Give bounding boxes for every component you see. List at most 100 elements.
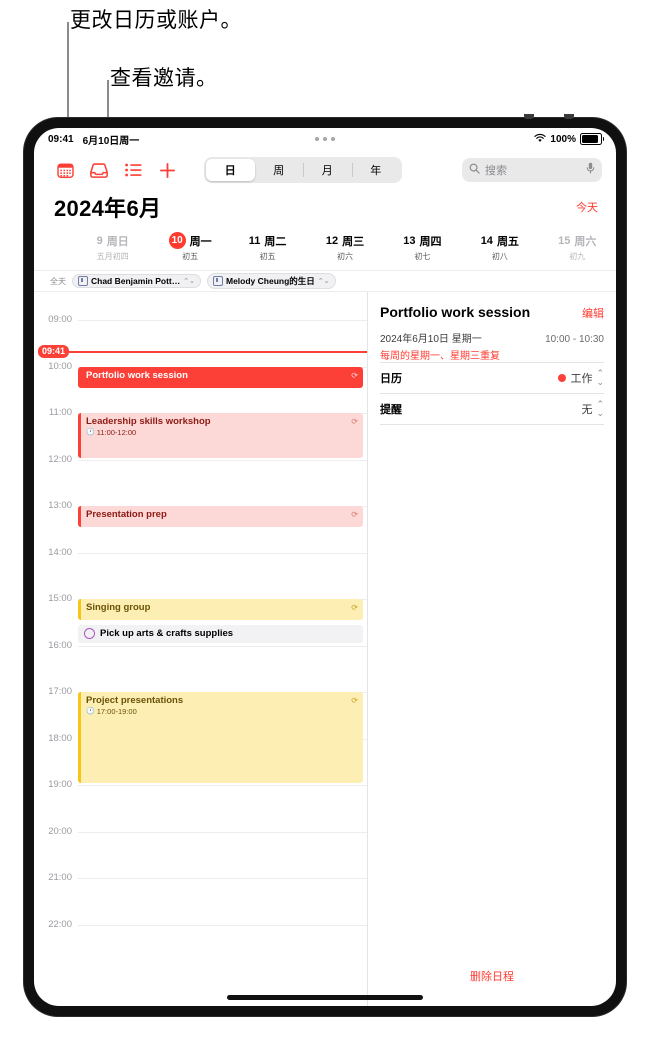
hour-label: 16:00 <box>48 639 72 651</box>
day-weekday: 周一 <box>189 235 212 248</box>
dot <box>323 137 327 141</box>
circle-icon[interactable] <box>84 628 95 640</box>
detail-when-row: 2024年6月10日 星期一 10:00 - 10:30 <box>380 330 604 345</box>
event-time-text: 17:00-19:00 <box>96 707 137 716</box>
day-number: 15 <box>558 234 571 247</box>
inbox-icon[interactable] <box>82 156 116 184</box>
chevron-updown-icon: ⌃⌄ <box>183 278 195 285</box>
day-number: 13 <box>403 234 416 247</box>
repeat-icon: ⟳ <box>351 696 358 705</box>
search-input[interactable]: 搜索 <box>462 158 602 182</box>
invitation-chip[interactable]: Melody Cheung的生日 ⌃⌄ <box>207 273 336 289</box>
hour-gridline <box>78 831 367 833</box>
hour-gridline <box>78 924 367 926</box>
hour-label: 19:00 <box>48 779 72 790</box>
battery-percent-label: 100% <box>550 133 576 145</box>
callout-text-change-calendar: 更改日历或账户。 <box>70 9 242 32</box>
day-weekday: 周四 <box>419 235 442 248</box>
clock-icon: 🕐 <box>86 708 95 715</box>
day-column[interactable]: 15 周六 初九 <box>539 224 616 270</box>
event-repeat-rule: 每周的星期一、星期三重复 <box>380 351 500 362</box>
all-day-label: 全天 <box>50 276 66 286</box>
plus-icon[interactable] <box>150 156 184 184</box>
day-column[interactable]: 11 周二初五 <box>229 224 306 270</box>
day-column[interactable]: 14 周五 初八 <box>461 224 538 270</box>
hour-gridline <box>78 645 367 647</box>
day-number: 12 <box>325 234 339 247</box>
day-column[interactable]: 10 周一 初五 <box>151 224 228 270</box>
day-column[interactable]: 12 周三 初六 <box>306 224 383 270</box>
tab-year[interactable]: 年 <box>351 159 401 181</box>
calendar-event[interactable]: Leadership skills workshop 🕐 11:00-12:00 ⟳ <box>78 413 363 458</box>
day-weekday: 周二 <box>264 235 287 248</box>
wifi-icon <box>534 133 547 146</box>
hour-label: 15:00 <box>48 593 72 604</box>
day-number: 11 <box>248 234 261 247</box>
calendar-event[interactable]: Project presentations 🕐 17:00-19:00 ⟳ <box>78 692 363 783</box>
multitasking-控件-dots[interactable] <box>315 137 335 141</box>
day-lunar-date: 初六 <box>336 251 353 261</box>
today-button[interactable]: 今天 <box>576 199 598 215</box>
ipad-device-frame: 09:41 6月10日周一 100% 日 周 月 年 搜索 2024年6月 今天… <box>24 114 626 1016</box>
tab-week[interactable]: 周 <box>255 159 304 181</box>
delete-event-button[interactable]: 删除日程 <box>368 968 616 984</box>
reminder-item[interactable]: Pick up arts & crafts supplies <box>78 624 363 644</box>
event-time-range: 10:00 - 10:30 <box>545 334 604 345</box>
day-header-top: 15 周六 <box>558 233 596 249</box>
repeat-icon: ⟳ <box>351 510 358 519</box>
day-header-top: 13 周四 <box>403 233 441 249</box>
event-date: 2024年6月10日 星期一 <box>380 334 482 345</box>
status-bar: 09:41 6月10日周一 100% <box>34 128 616 150</box>
edit-button[interactable]: 编辑 <box>582 305 604 321</box>
timeline-grid: 09:00 10:00 11:00 12:00 13:00 14:00 15:00 16:00… <box>34 292 367 1006</box>
day-timeline[interactable]: 09:00 10:00 11:00 12:00 13:00 14:00 15:00 16:00… <box>34 292 368 1006</box>
day-header-top: 10 周一 <box>168 232 212 249</box>
calendar-event[interactable]: Singing group ⟳ <box>78 599 363 621</box>
detail-row-value: 工作 ⌃ ⌄ <box>558 369 604 387</box>
alert-value: 无 <box>581 404 593 416</box>
current-time-line <box>69 350 367 353</box>
calendar-icon[interactable] <box>48 156 82 184</box>
hour-label: 14:00 <box>48 546 72 558</box>
event-title: Portfolio work session <box>380 304 531 320</box>
event-title: Project presentations <box>86 695 184 706</box>
day-weekday: 周六 <box>574 235 597 248</box>
hour-gridline <box>78 878 367 879</box>
list-icon[interactable] <box>116 156 150 184</box>
hour-label: 21:00 <box>48 872 72 883</box>
chevron-updown-icon[interactable]: ⌃ ⌄ <box>596 400 604 418</box>
day-header-top: 14 周五 <box>481 233 519 249</box>
detail-row-label: 提醒 <box>380 404 402 416</box>
status-bar-left: 09:41 6月10日周一 <box>48 132 139 147</box>
day-lunar-date: 初五 <box>259 251 276 261</box>
reminder-title: Pick up arts & crafts supplies <box>100 628 234 640</box>
chevron-updown-icon[interactable]: ⌃ ⌄ <box>596 369 604 387</box>
view-mode-segmented-control[interactable]: 日 周 月 年 <box>204 157 402 183</box>
all-day-row: 全天 Chad Benjamin Pott… ⌃⌄ Melody Cheung的… <box>34 270 616 292</box>
detail-rows-divider <box>380 424 604 425</box>
calendar-name: 工作 <box>570 373 593 385</box>
detail-row-value: 无 ⌃ ⌄ <box>581 400 604 418</box>
day-column[interactable]: 9 周日 五月初四 <box>74 224 151 270</box>
hour-label: 13:00 <box>48 500 72 511</box>
event-detail-panel: Portfolio work session 编辑 2024年6月10日 星期一… <box>368 292 616 1006</box>
detail-row-alert[interactable]: 提醒 无 ⌃ ⌄ <box>380 393 604 424</box>
invitation-icon <box>78 276 88 286</box>
tab-month[interactable]: 月 <box>303 159 352 181</box>
calendar-event[interactable]: Portfolio work session ⟳ <box>78 366 363 388</box>
home-indicator[interactable] <box>227 995 423 1000</box>
invitation-icon <box>213 276 223 286</box>
detail-row-calendar[interactable]: 日历 工作 ⌃ ⌄ <box>380 362 604 393</box>
event-title: Leadership skills workshop <box>86 416 211 427</box>
hour-label: 12:00 <box>48 453 72 465</box>
selected-day-badge: 10 <box>168 232 186 249</box>
search-placeholder: 搜索 <box>485 165 507 177</box>
event-time-text: 11:00-12:00 <box>96 428 137 437</box>
day-column[interactable]: 13 周四 初七 <box>384 224 461 270</box>
hour-label: 11:00 <box>48 407 72 418</box>
invitation-chip[interactable]: Chad Benjamin Pott… ⌃⌄ <box>72 274 201 288</box>
microphone-icon[interactable] <box>586 161 595 179</box>
event-title: Presentation prep <box>86 509 167 520</box>
calendar-event[interactable]: Presentation prep ⟳ <box>78 506 363 528</box>
tab-day[interactable]: 日 <box>206 159 255 181</box>
